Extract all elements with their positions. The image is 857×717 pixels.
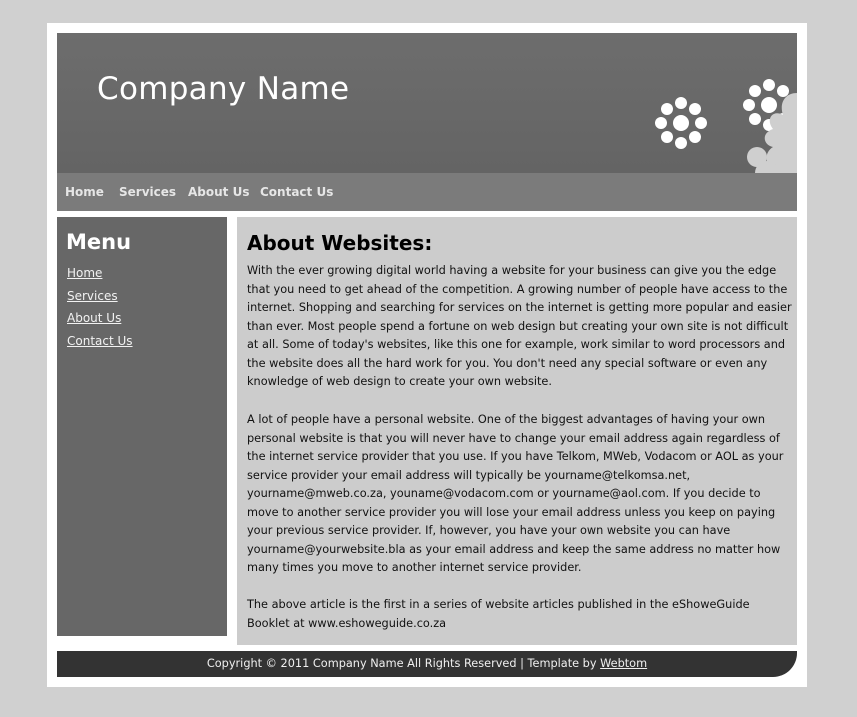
nav-contact-us[interactable]: Contact Us (260, 173, 333, 211)
template-credit-link[interactable]: Webtom (600, 657, 647, 670)
sidebar-link-about-us[interactable]: About Us (67, 311, 121, 325)
top-nav: Home Services About Us Contact Us (57, 173, 797, 211)
sidebar-heading: Menu (66, 230, 132, 254)
nav-about-us[interactable]: About Us (188, 173, 249, 211)
sidebar: Menu Home Services About Us Contact Us (57, 217, 227, 636)
sidebar-link-services[interactable]: Services (67, 289, 118, 303)
sidebar-link-home[interactable]: Home (67, 266, 102, 280)
article-heading: About Websites: (247, 231, 433, 255)
article-paragraph-2: A lot of people have a personal website.… (247, 413, 784, 574)
flower-decoration-icon (655, 79, 797, 173)
site-footer: Copyright © 2011 Company Name All Rights… (57, 651, 797, 677)
sidebar-link-contact-us[interactable]: Contact Us (67, 334, 133, 348)
nav-services[interactable]: Services (119, 173, 176, 211)
main-content: About Websites: With the ever growing di… (237, 217, 797, 645)
article-paragraph-1: With the ever growing digital world havi… (247, 264, 792, 388)
nav-home[interactable]: Home (65, 173, 104, 211)
article-paragraph-3: The above article is the first in a seri… (247, 598, 750, 630)
copyright-text: Copyright © 2011 Company Name All Rights… (206, 657, 601, 670)
page-frame: Company Name Home Services About Us Cont… (47, 23, 807, 687)
site-title: Company Name (97, 71, 350, 107)
site-header: Company Name (57, 33, 797, 173)
